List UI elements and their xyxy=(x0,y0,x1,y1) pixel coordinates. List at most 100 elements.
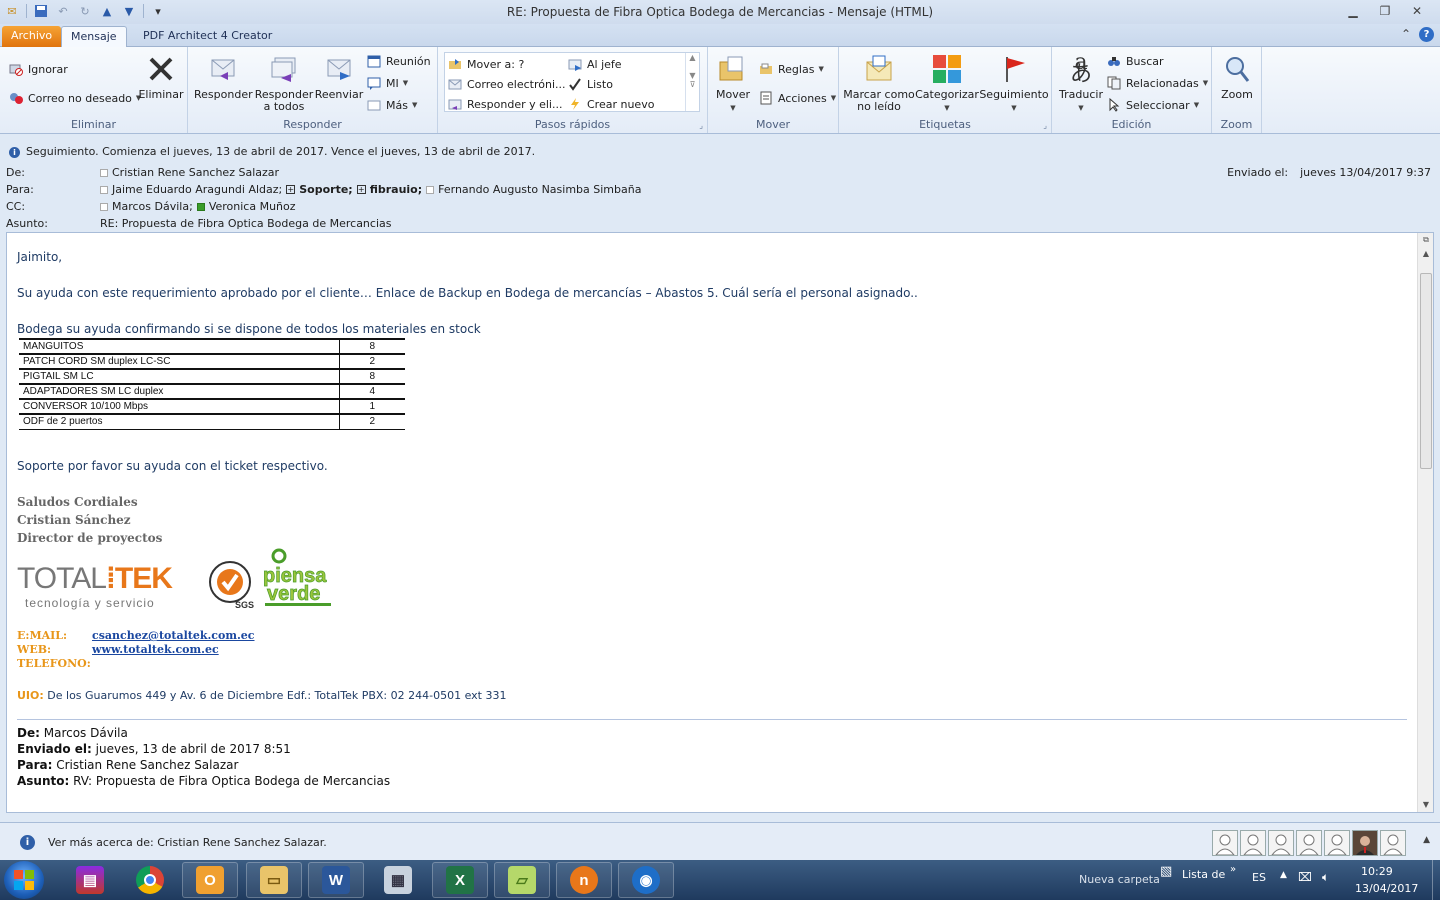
contact-avatar[interactable] xyxy=(1212,830,1238,856)
restore-button[interactable]: ❐ xyxy=(1370,2,1400,20)
taskbar-folder[interactable]: ▱ xyxy=(494,862,550,898)
mark-unread-button[interactable]: Marcar como no leído xyxy=(843,53,915,113)
translate-button[interactable]: aあ Traducir ▼ xyxy=(1056,52,1106,114)
quick-step-to-boss[interactable]: Al jefe xyxy=(567,56,622,72)
junk-mail-button[interactable]: Correo no deseado ▼ xyxy=(8,90,141,106)
tab-pdf-architect[interactable]: PDF Architect 4 Creator xyxy=(134,26,281,47)
taskbar-teamviewer[interactable]: ◉ xyxy=(618,862,674,898)
message-scrollbar[interactable]: ⧉ ▲ ▼ xyxy=(1417,233,1433,812)
taskbar-winrar[interactable]: ▤ xyxy=(62,862,118,898)
presence-icon xyxy=(100,202,108,211)
contact-avatar[interactable] xyxy=(1324,830,1350,856)
table-row: PIGTAIL SM LC 8 xyxy=(19,368,405,384)
presence-icon xyxy=(100,185,108,194)
web-link[interactable]: www.totaltek.com.ec xyxy=(92,643,219,656)
chrome-icon xyxy=(136,866,164,894)
people-pane: i Ver más acerca de: Cristian Rene Sanch… xyxy=(0,822,1440,860)
delete-button[interactable]: Eliminar xyxy=(138,53,184,101)
meeting-button[interactable]: Reunión xyxy=(366,53,431,69)
collapse-ribbon-icon[interactable]: ⌃ xyxy=(1401,27,1411,42)
rules-button[interactable]: Reglas ▼ xyxy=(758,61,824,77)
toolbar-lista[interactable]: Lista de xyxy=(1182,868,1225,881)
calculator-icon: ▦ xyxy=(384,866,412,894)
network-icon[interactable]: ⌧ xyxy=(1298,870,1312,884)
clock-date[interactable]: 13/04/2017 xyxy=(1355,882,1418,895)
start-button[interactable] xyxy=(4,861,44,899)
quick-steps-scroll[interactable]: ▲ ▼ ⊽ xyxy=(685,53,699,111)
select-button[interactable]: Seleccionar ▼ xyxy=(1106,97,1199,113)
materials-table: MANGUITOS 8 PATCH CORD SM duplex LC-SC 2 PIG… xyxy=(19,338,405,430)
minimize-button[interactable]: ▁ xyxy=(1338,2,1368,20)
expand-people-pane-icon[interactable]: ▲ xyxy=(1423,835,1430,845)
followup-button[interactable]: Seguimiento ▼ xyxy=(979,53,1049,114)
close-button[interactable]: ✕ xyxy=(1402,2,1432,20)
contact-photo-avatar[interactable] xyxy=(1352,830,1378,856)
show-desktop-button[interactable] xyxy=(1432,860,1440,900)
quick-step-create-new[interactable]: Crear nuevo xyxy=(567,96,654,112)
signature-logos: TOTAL⁞TEK tecnología y servicio SGS pien… xyxy=(17,548,337,612)
categorize-button[interactable]: Categorizar ▼ xyxy=(915,53,979,114)
quick-step-done[interactable]: Listo xyxy=(567,76,613,92)
recipient-fibrauio[interactable]: fibrauio; xyxy=(370,183,422,196)
zoom-button[interactable]: Zoom xyxy=(1216,53,1258,101)
recipient-fernando[interactable]: Fernando Augusto Nasimba Simbaña xyxy=(438,183,641,196)
contact-avatar[interactable] xyxy=(1240,830,1266,856)
scroll-thumb[interactable] xyxy=(1420,273,1432,469)
material-quantity: 4 xyxy=(338,383,405,399)
taskbar-chrome[interactable] xyxy=(122,862,178,898)
cc-veronica[interactable]: Veronica Muñoz xyxy=(209,200,296,213)
quick-step-email[interactable]: Correo electróni... xyxy=(447,76,566,92)
quick-step-move-to[interactable]: Mover a: ? xyxy=(447,56,524,72)
taskbar-excel[interactable]: X xyxy=(432,862,488,898)
help-icon[interactable]: ? xyxy=(1419,27,1434,42)
taskbar-outlook[interactable]: O xyxy=(182,862,238,898)
taskbar-explorer[interactable]: ▭ xyxy=(246,862,302,898)
excel-icon: X xyxy=(446,866,474,894)
dialog-launcher-icon[interactable]: ⌟ xyxy=(1043,121,1047,130)
scroll-up-button[interactable]: ▲ xyxy=(1418,247,1433,261)
people-pane-text[interactable]: Ver más acerca de: Cristian Rene Sanchez… xyxy=(48,836,327,849)
clock-time[interactable]: 10:29 xyxy=(1361,865,1393,878)
quick-step-reply-delete[interactable]: Responder y eli... xyxy=(447,96,562,112)
toolbar-overflow-icon[interactable]: » xyxy=(1230,864,1236,875)
move-folder-icon xyxy=(447,56,463,72)
group-label-pasos: Pasos rápidos xyxy=(534,118,611,131)
more-button[interactable]: Más ▼ xyxy=(366,97,417,113)
windows-logo-icon xyxy=(14,870,34,890)
reply-all-button[interactable]: Responder a todos xyxy=(254,53,314,113)
toolbar-nueva-carpeta[interactable]: Nueva carpeta xyxy=(1079,873,1160,886)
move-button[interactable]: Mover ▼ xyxy=(714,53,752,114)
expand-group-icon[interactable]: + xyxy=(286,185,296,194)
recipient-soporte[interactable]: Soporte; xyxy=(299,183,352,196)
taskbar-calculator[interactable]: ▦ xyxy=(370,862,426,898)
expand-group-icon[interactable]: + xyxy=(356,185,366,194)
related-button[interactable]: Relacionadas ▼ xyxy=(1106,75,1208,91)
reply-icon xyxy=(207,53,239,85)
email-link[interactable]: csanchez@totaltek.com.ec xyxy=(92,629,255,642)
ignore-button[interactable]: Ignorar xyxy=(8,61,68,77)
tab-message[interactable]: Mensaje xyxy=(61,26,127,47)
contact-avatar[interactable] xyxy=(1268,830,1294,856)
find-button[interactable]: Buscar xyxy=(1106,53,1164,69)
scroll-options-icon[interactable]: ⧉ xyxy=(1418,233,1433,247)
show-hidden-icons[interactable]: ▲ xyxy=(1280,870,1287,880)
im-button[interactable]: MI ▼ xyxy=(366,75,408,91)
actions-button[interactable]: Acciones ▼ xyxy=(758,90,836,106)
recipient-jaime[interactable]: Jaime Eduardo Aragundi Aldaz; xyxy=(112,183,282,196)
cc-marcos[interactable]: Marcos Dávila; xyxy=(112,200,193,213)
forward-button[interactable]: Reenviar xyxy=(314,53,364,101)
contact-avatar[interactable] xyxy=(1380,830,1406,856)
sender-name[interactable]: Cristian Rene Sanchez Salazar xyxy=(112,166,279,179)
magnifier-icon xyxy=(1221,53,1253,85)
language-indicator[interactable]: ES xyxy=(1252,871,1266,884)
tab-file[interactable]: Archivo xyxy=(2,26,62,47)
ribbon: Ignorar Correo no deseado ▼ Eliminar Elim… xyxy=(0,47,1440,134)
volume-icon[interactable]: 🔈︎ xyxy=(1322,870,1329,885)
greeting: Jaimito, xyxy=(17,250,63,264)
reply-button[interactable]: Responder xyxy=(194,53,253,101)
scroll-down-button[interactable]: ▼ xyxy=(1418,798,1433,812)
taskbar-word[interactable]: W xyxy=(308,862,364,898)
taskbar-nero[interactable]: n xyxy=(556,862,612,898)
contact-avatar[interactable] xyxy=(1296,830,1322,856)
dialog-launcher-icon[interactable]: ⌟ xyxy=(699,121,703,130)
